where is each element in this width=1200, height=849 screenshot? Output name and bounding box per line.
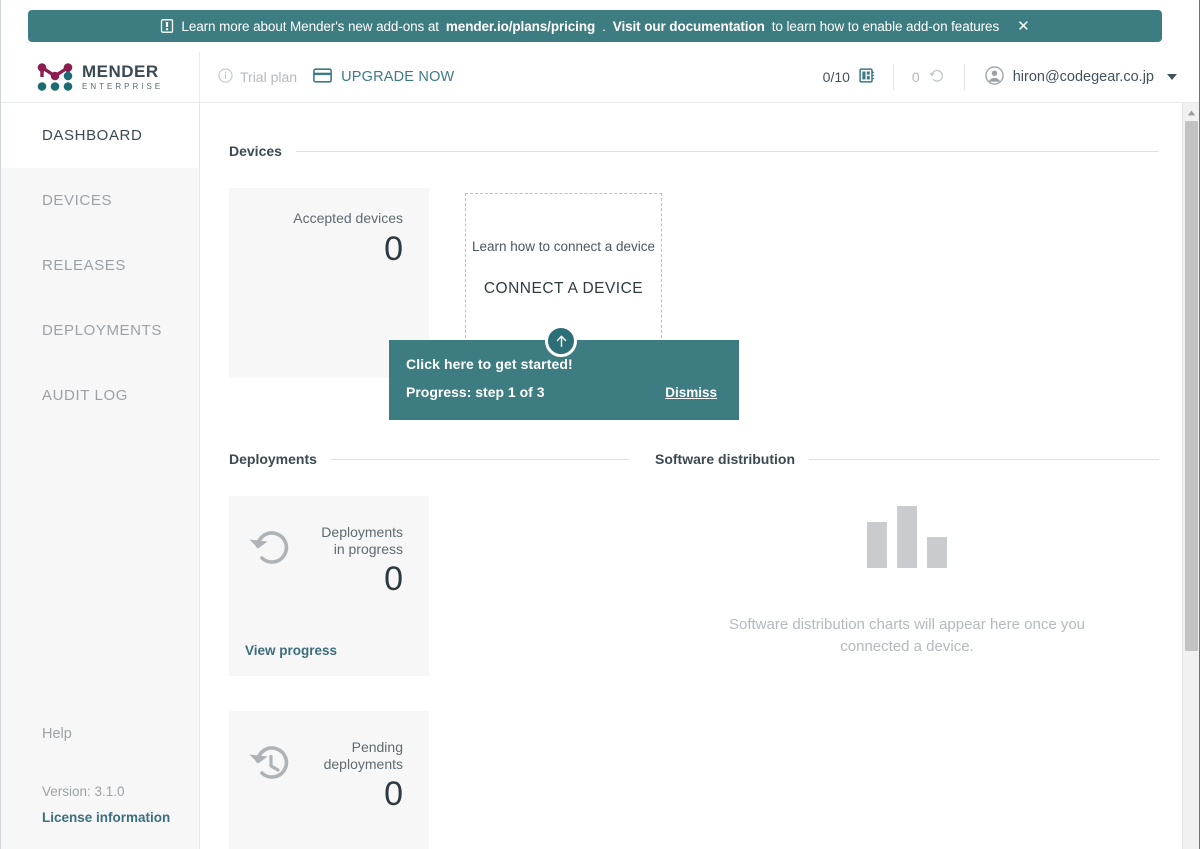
sidebar-item-devices[interactable]: DEVICES <box>1 168 199 233</box>
info-icon <box>218 68 233 86</box>
brand-logo[interactable]: MENDER ENTERPRISE <box>1 51 200 103</box>
connect-a-device-button[interactable]: CONNECT A DEVICE <box>484 280 643 298</box>
deployments-in-progress-label-1: Deployments <box>321 524 403 540</box>
divider <box>295 150 1159 152</box>
user-email: hiron@codegear.co.jp <box>1012 69 1154 85</box>
connect-device-lead: Learn how to connect a device <box>471 238 656 254</box>
device-chip-icon <box>858 67 875 87</box>
sidebar-item-label: DEPLOYMENTS <box>42 322 162 339</box>
sidebar-item-audit-log[interactable]: AUDIT LOG <box>1 363 199 428</box>
sidebar-item-label: DEVICES <box>42 192 113 209</box>
software-distribution-empty-state: Software distribution charts will appear… <box>655 498 1159 658</box>
sidebar-item-label: DASHBOARD <box>42 127 143 144</box>
device-limit-indicator[interactable]: 0/10 <box>805 67 893 87</box>
card-top-row: Deployments in progress 0 <box>229 496 429 598</box>
announcement-message: Learn more about Mender's new add-ons at… <box>160 19 999 34</box>
dismiss-button[interactable]: Dismiss <box>665 385 717 400</box>
announcement-link-documentation[interactable]: Visit our documentation <box>613 19 765 34</box>
credit-card-icon <box>313 67 332 87</box>
announcement-link-pricing[interactable]: mender.io/plans/pricing <box>446 19 595 34</box>
deployments-in-progress-label-2: in progress <box>333 540 403 557</box>
arrow-up-icon[interactable] <box>545 325 577 357</box>
pending-deployments-label-1: Pending <box>351 739 403 755</box>
clock-history-icon <box>245 739 297 791</box>
pending-deployments-card[interactable]: Pending deployments 0 <box>229 711 429 849</box>
mender-logo-icon <box>37 63 73 91</box>
announcement-text-mid: . <box>602 18 606 34</box>
deployments-in-progress-card[interactable]: Deployments in progress 0 View progress <box>229 496 429 676</box>
view-progress-link[interactable]: View progress <box>245 643 337 658</box>
vertical-scrollbar[interactable] <box>1182 103 1199 849</box>
announcement-banner: Learn more about Mender's new add-ons at… <box>28 10 1162 42</box>
chevron-down-icon <box>1167 74 1177 80</box>
sidebar-item-dashboard[interactable]: DASHBOARD <box>1 103 199 168</box>
brand-name: MENDER <box>82 62 159 81</box>
plan-area: Trial plan UPGRADE NOW <box>200 67 455 87</box>
refresh-counterclockwise-icon <box>928 67 946 88</box>
announcement-text-before: Learn more about Mender's new add-ons at <box>181 18 439 34</box>
sidebar-footer: Help Version: 3.1.0 License information <box>1 726 199 849</box>
devices-section-header: Devices <box>229 143 1159 159</box>
trial-plan-indicator: Trial plan <box>218 68 297 86</box>
announcement-icon <box>160 19 174 33</box>
deployments-section-header: Deployments <box>229 451 629 467</box>
brand-wordmark: MENDER ENTERPRISE <box>82 63 163 91</box>
app-window: Learn more about Mender's new add-ons at… <box>0 0 1200 849</box>
upgrade-now-button[interactable]: UPGRADE NOW <box>313 67 455 87</box>
refresh-counterclockwise-icon <box>245 524 297 576</box>
version-label: Version: 3.1.0 <box>42 784 125 799</box>
close-icon[interactable]: ✕ <box>1017 19 1030 34</box>
card-text: Deployments in progress 0 <box>321 524 403 598</box>
bar-chart-placeholder-icon <box>867 498 947 568</box>
card-top-row: Pending deployments 0 <box>229 711 429 813</box>
top-bar: MENDER ENTERPRISE Trial plan UPGRADE NOW… <box>1 51 1199 103</box>
deployments-in-progress-value: 0 <box>384 560 403 599</box>
device-count-value: 0/10 <box>822 69 850 85</box>
onboarding-footer: Progress: step 1 of 3 Dismiss <box>406 384 717 400</box>
top-bar-right: 0/10 0 hiron@codegear.co.jp <box>805 52 1199 103</box>
chart-bar-2 <box>897 506 917 568</box>
main-content: Devices Accepted devices 0 Learn how to … <box>200 103 1181 849</box>
chart-bar-1 <box>867 522 887 568</box>
devices-section-title: Devices <box>229 143 282 159</box>
scrollbar-thumb[interactable] <box>1185 121 1198 651</box>
software-distribution-empty-message: Software distribution charts will appear… <box>728 616 1086 655</box>
software-distribution-section-header: Software distribution <box>655 451 1159 467</box>
help-link[interactable]: Help <box>42 726 199 742</box>
deployments-indicator[interactable]: 0 <box>894 67 964 88</box>
software-distribution-title: Software distribution <box>655 451 795 467</box>
deployment-count-value: 0 <box>911 69 920 85</box>
accepted-devices-label: Accepted devices <box>293 210 403 226</box>
card-text: Pending deployments 0 <box>324 739 403 813</box>
avatar <box>984 65 1004 89</box>
accepted-devices-value: 0 <box>384 229 403 268</box>
pending-deployments-label-2: deployments <box>323 755 403 772</box>
connect-a-device-box[interactable]: Learn how to connect a device CONNECT A … <box>465 193 662 343</box>
sidebar-item-deployments[interactable]: DEPLOYMENTS <box>1 298 199 363</box>
sidebar-item-label: AUDIT LOG <box>42 387 128 404</box>
trial-plan-label: Trial plan <box>240 69 298 85</box>
brand-edition: ENTERPRISE <box>82 82 164 91</box>
sidebar-item-releases[interactable]: RELEASES <box>1 233 199 298</box>
upgrade-now-label: UPGRADE NOW <box>341 69 455 85</box>
chart-bar-3 <box>927 537 947 568</box>
sidebar-item-label: RELEASES <box>42 257 127 274</box>
license-information-link[interactable]: License information <box>42 810 199 825</box>
user-menu[interactable]: hiron@codegear.co.jp <box>965 65 1199 89</box>
deployments-section-title: Deployments <box>229 451 317 467</box>
onboarding-headline: Click here to get started! <box>406 356 573 372</box>
divider <box>330 458 629 460</box>
announcement-text-after: to learn how to enable add-on features <box>771 18 1000 34</box>
pending-deployments-value: 0 <box>384 775 403 814</box>
sidebar: DASHBOARD DEVICES RELEASES DEPLOYMENTS A… <box>1 103 200 849</box>
scroll-up-arrow-icon[interactable] <box>1183 106 1200 120</box>
onboarding-progress: Progress: step 1 of 3 <box>406 384 545 400</box>
divider <box>809 458 1159 460</box>
